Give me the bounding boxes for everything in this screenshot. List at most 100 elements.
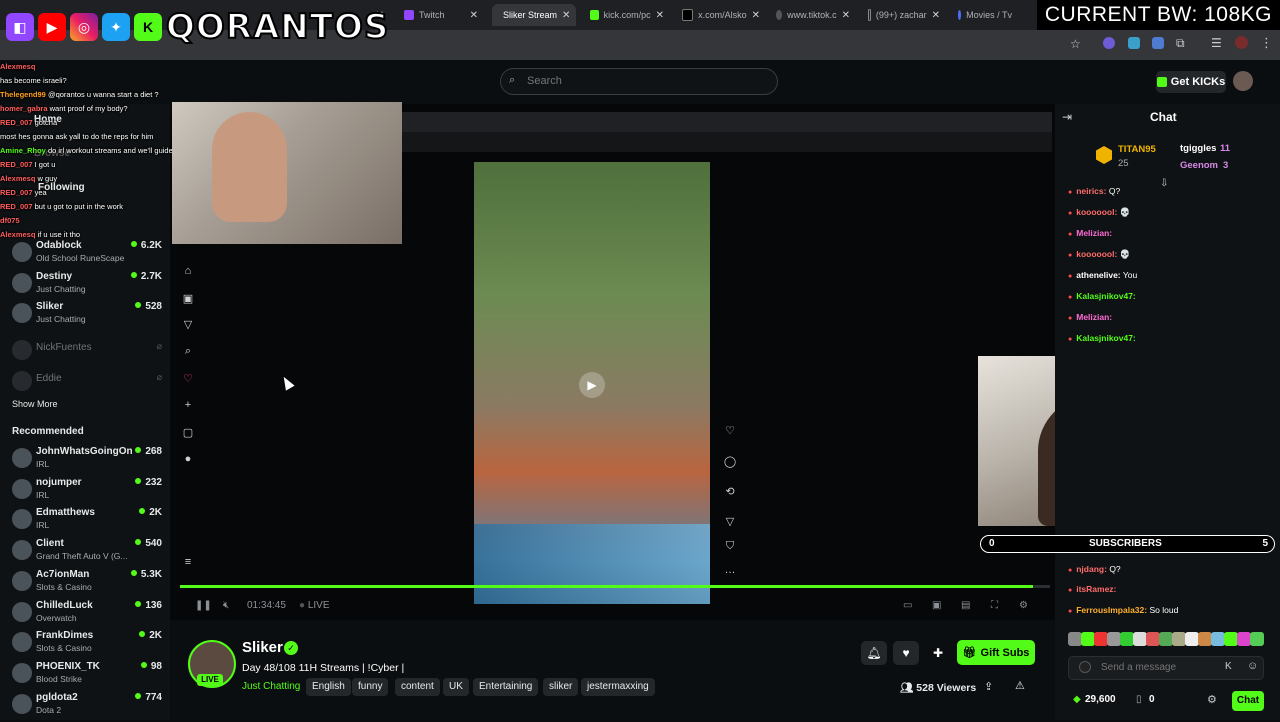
send-chat-button[interactable]: Chat: [1232, 691, 1264, 711]
tag-sliker[interactable]: sliker: [543, 678, 579, 696]
progress-bar[interactable]: [180, 585, 1050, 588]
sidebar-item-sliker[interactable]: Sliker Just Chatting 528: [10, 301, 162, 331]
close-tab-icon[interactable]: ✕: [470, 10, 478, 21]
tag-english[interactable]: English: [306, 678, 351, 696]
report-icon[interactable]: ⚠: [1015, 679, 1025, 692]
share-icon[interactable]: ⇪: [984, 680, 993, 693]
overlay-chat-message: df075: [0, 216, 20, 225]
moderator-badge-icon: ●: [1068, 294, 1073, 301]
extension-icon[interactable]: [1103, 37, 1115, 49]
emote-icon[interactable]: [1185, 632, 1199, 646]
browser-tab-movies[interactable]: Movies / Tv: [952, 4, 1018, 26]
search-input[interactable]: [525, 74, 769, 88]
bookmark-star-icon[interactable]: ☆: [1070, 37, 1081, 51]
sidebar-item-pgldota2[interactable]: pgldota2 Dota 2 774: [10, 692, 162, 722]
pause-icon[interactable]: ❚❚: [195, 600, 212, 611]
sidebar-item-client[interactable]: Client Grand Theft Auto V (G... 540: [10, 538, 162, 568]
reading-list-icon[interactable]: ☰: [1211, 36, 1222, 50]
boost-button[interactable]: ✚: [925, 641, 951, 665]
chat-message: ● itsRamez:: [1068, 584, 1117, 594]
kick-emote-icon[interactable]: K: [1225, 661, 1232, 672]
play-icon[interactable]: ▶: [579, 372, 605, 398]
browser-menu-icon[interactable]: ⋮: [1260, 35, 1273, 51]
search-bar[interactable]: ⌕: [500, 68, 778, 95]
fullscreen-icon[interactable]: ⛶: [991, 600, 998, 611]
top-gifter-count: 25: [1118, 158, 1129, 169]
emote-icon[interactable]: [1146, 632, 1160, 646]
sidebar-item-phoenix_tk[interactable]: PHOENIX_TK Blood Strike 98: [10, 661, 162, 691]
close-tab-icon[interactable]: ✕: [932, 10, 940, 21]
sidebar-item-ac7ionman[interactable]: Ac7ionMan Slots & Casino 5.3K: [10, 569, 162, 599]
emote-icon[interactable]: [1211, 632, 1225, 646]
chat-input[interactable]: [1099, 661, 1223, 674]
browser-tab-tiktok[interactable]: www.tiktok.c ✕: [770, 4, 856, 26]
emote-icon[interactable]: [1120, 632, 1134, 646]
browser-tab-sliker[interactable]: Sliker Stream ✕: [492, 4, 576, 26]
emote-icon[interactable]: [1068, 632, 1082, 646]
emote-icon[interactable]: [1224, 632, 1238, 646]
sidebar-item-destiny[interactable]: Destiny Just Chatting 2.7K: [10, 271, 162, 301]
tag-content[interactable]: content: [395, 678, 440, 696]
sidebar-item-johnwhatsgoingon[interactable]: JohnWhatsGoingOn IRL 268: [10, 446, 162, 476]
gifter-count: 11: [1220, 143, 1231, 154]
emote-icon[interactable]: [1172, 632, 1186, 646]
tag-uk[interactable]: UK: [443, 678, 469, 696]
collapse-chat-icon[interactable]: ⇥: [1062, 110, 1072, 124]
user-avatar[interactable]: [1233, 71, 1253, 91]
profile-avatar[interactable]: [1235, 36, 1248, 49]
extensions-puzzle-icon[interactable]: ⧉: [1176, 36, 1185, 51]
tag-funny[interactable]: funny: [352, 678, 389, 696]
get-kicks-button[interactable]: Get KICKs: [1156, 71, 1226, 93]
close-tab-icon[interactable]: ✕: [842, 10, 850, 21]
avatar: [12, 632, 32, 653]
sidebar-item-eddie[interactable]: Eddie ⌀: [10, 369, 162, 399]
sidebar-item-chilledluck[interactable]: ChilledLuck Overwatch 136: [10, 600, 162, 630]
tiktok-video[interactable]: ▶: [474, 162, 710, 604]
sidebar-item-frankdimes[interactable]: FrankDimes Slots & Casino 2K: [10, 630, 162, 660]
emote-icon[interactable]: [1237, 632, 1251, 646]
theater-mode-icon[interactable]: ▭: [903, 600, 912, 611]
streamer-name[interactable]: Sliker: [242, 639, 283, 656]
emote-icon[interactable]: [1198, 632, 1212, 646]
close-tab-icon[interactable]: ✕: [656, 10, 664, 21]
miniplayer-icon[interactable]: ▣: [932, 600, 941, 611]
avatar: [12, 478, 32, 499]
emote-icon[interactable]: [1094, 632, 1108, 646]
browser-tab-twitch[interactable]: Twitch ✕: [398, 4, 484, 26]
emote-icon[interactable]: [1107, 632, 1121, 646]
settings-gear-icon[interactable]: ⚙: [1019, 600, 1028, 611]
top-gifter-name[interactable]: TITAN95: [1118, 144, 1156, 155]
browser-tab-x[interactable]: x.com/Alsko ✕: [676, 4, 766, 26]
show-more-link[interactable]: Show More: [12, 399, 58, 409]
extension-icon[interactable]: [1128, 37, 1140, 49]
emoji-icon[interactable]: ☺: [1247, 660, 1258, 672]
chat-identity-icon[interactable]: [1079, 661, 1091, 673]
browser-tab-kick[interactable]: kick.com/pc ✕: [584, 4, 670, 26]
sidebar-item-nojumper[interactable]: nojumper IRL 232: [10, 477, 162, 507]
chat-input-box[interactable]: K ☺: [1068, 656, 1264, 680]
moderator-badge-icon: ●: [1068, 231, 1073, 238]
extension-icon[interactable]: [1152, 37, 1164, 49]
sidebar-item-edmatthews[interactable]: Edmatthews IRL 2K: [10, 507, 162, 537]
volume-muted-icon[interactable]: 🔇︎: [223, 600, 229, 611]
close-tab-icon[interactable]: ✕: [562, 10, 570, 21]
notification-bell-button[interactable]: 🔔︎: [861, 641, 887, 665]
sidebar-item-nickfuentes[interactable]: NickFuentes ⌀: [10, 338, 162, 368]
emote-icon[interactable]: [1250, 632, 1264, 646]
tag-jestermaxxing[interactable]: jestermaxxing: [581, 678, 655, 696]
category-link[interactable]: Just Chatting: [242, 678, 300, 696]
gifter-name[interactable]: Geenom: [1180, 160, 1218, 171]
follow-heart-button[interactable]: ♥: [893, 641, 919, 665]
emote-icon[interactable]: [1133, 632, 1147, 646]
gifter-name[interactable]: tgiggles: [1180, 143, 1216, 154]
expand-leaderboard-icon[interactable]: ⇩: [1160, 178, 1168, 189]
clip-icon[interactable]: ▤: [961, 600, 970, 611]
emote-icon[interactable]: [1159, 632, 1173, 646]
emote-icon[interactable]: [1081, 632, 1095, 646]
gift-subs-button[interactable]: 🎁︎ Gift Subs: [957, 640, 1035, 665]
close-tab-icon[interactable]: ✕: [752, 10, 760, 21]
tag-entertaining[interactable]: Entertaining: [473, 678, 539, 696]
browser-tab-zachar[interactable]: (99+) zachar ✕: [862, 4, 946, 26]
search-icon: ⌕: [509, 74, 516, 86]
chat-settings-icon[interactable]: ⚙: [1207, 693, 1217, 706]
